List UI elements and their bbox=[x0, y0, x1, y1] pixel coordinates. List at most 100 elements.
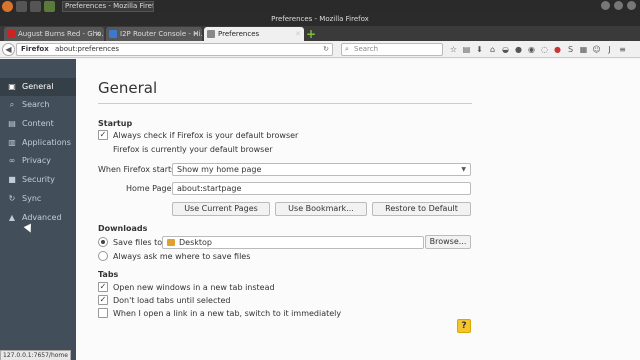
power-icon[interactable] bbox=[627, 1, 636, 10]
ubuntu-icon[interactable] bbox=[44, 1, 55, 12]
i2p-icon bbox=[109, 30, 117, 38]
search-icon: ⌕ bbox=[345, 45, 349, 53]
dont-load-tabs-checkbox[interactable]: ✓ bbox=[98, 295, 108, 305]
addon-s-icon[interactable]: S bbox=[566, 44, 575, 55]
youtube-icon bbox=[7, 30, 15, 38]
reload-icon[interactable]: ↻ bbox=[323, 44, 329, 55]
sidebar-item-security[interactable]: ■ Security bbox=[0, 171, 76, 189]
default-browser-status: Firefox is currently your default browse… bbox=[113, 145, 273, 154]
save-files-radio[interactable] bbox=[98, 237, 108, 247]
sidebar-item-privacy[interactable]: ∞ Privacy bbox=[0, 152, 76, 170]
sidebar-item-label: General bbox=[22, 82, 54, 91]
sidebar-item-label: Content bbox=[22, 119, 54, 128]
addon-person-icon[interactable]: ☺ bbox=[592, 44, 601, 55]
search-input[interactable]: ⌕ Search bbox=[341, 43, 443, 56]
gear-icon bbox=[207, 30, 215, 38]
mask-icon: ∞ bbox=[8, 156, 16, 165]
tab-preferences[interactable]: Preferences ✕ bbox=[204, 27, 304, 41]
close-icon[interactable]: ✕ bbox=[295, 27, 301, 41]
default-browser-label: Always check if Firefox is your default … bbox=[113, 131, 299, 140]
search-placeholder: Search bbox=[354, 45, 379, 53]
dont-load-tabs-label: Don't load tabs until selected bbox=[113, 296, 231, 305]
terminal-icon[interactable] bbox=[16, 1, 27, 12]
sidebar-item-search[interactable]: ⌕ Search bbox=[0, 96, 76, 114]
chat-icon[interactable]: ● bbox=[514, 44, 523, 55]
home-page-label: Home Page: bbox=[126, 184, 175, 193]
adblock-icon[interactable]: ● bbox=[553, 44, 562, 55]
downloads-heading: Downloads bbox=[98, 224, 148, 233]
network-icon[interactable] bbox=[601, 1, 610, 10]
home-page-input[interactable]: about:startpage bbox=[172, 182, 471, 195]
sidebar-item-general[interactable]: ▣ General bbox=[0, 78, 76, 96]
tab-youtube[interactable]: August Burns Red - Gho... ✕ bbox=[4, 27, 104, 41]
home-page-value: about:startpage bbox=[177, 184, 242, 193]
when-starts-select[interactable]: Show my home page ▼ bbox=[172, 163, 471, 176]
applications-icon: ▥ bbox=[8, 138, 16, 147]
addon-j-icon[interactable]: J bbox=[605, 44, 614, 55]
sidebar-item-label: Advanced bbox=[22, 213, 62, 222]
wizard-hat-icon: ▲ bbox=[8, 213, 16, 222]
system-panel: Preferences - Mozilla Firefox bbox=[0, 0, 640, 13]
save-files-label: Save files to bbox=[113, 238, 163, 247]
preferences-sidebar: ▣ General ⌕ Search ▤ Content ▥ Applicati… bbox=[0, 59, 76, 360]
status-link-url: 127.0.0.1:7657/home bbox=[0, 350, 71, 360]
window-title: Preferences - Mozilla Firefox bbox=[0, 13, 640, 26]
close-icon[interactable]: ✕ bbox=[95, 27, 101, 41]
always-ask-radio[interactable] bbox=[98, 251, 108, 261]
taskbar-window-button[interactable]: Preferences - Mozilla Firefox bbox=[62, 1, 154, 12]
folder-icon[interactable] bbox=[30, 1, 41, 12]
switch-to-tab-label: When I open a link in a new tab, switch … bbox=[113, 309, 342, 318]
sidebar-item-applications[interactable]: ▥ Applications bbox=[0, 134, 76, 152]
default-browser-checkbox[interactable]: ✓ bbox=[98, 130, 108, 140]
back-button[interactable]: ◀ bbox=[2, 43, 15, 56]
download-folder-value: Desktop bbox=[179, 238, 212, 247]
general-icon: ▣ bbox=[8, 82, 16, 91]
tab-i2p[interactable]: I2P Router Console - Hi... ✕ bbox=[106, 27, 202, 41]
close-icon[interactable]: ✕ bbox=[193, 27, 199, 41]
sidebar-item-advanced[interactable]: ▲ Advanced bbox=[0, 209, 76, 227]
help-button[interactable]: ? bbox=[457, 319, 471, 333]
sidebar-item-label: Privacy bbox=[22, 156, 51, 165]
new-tab-button[interactable]: + bbox=[306, 28, 316, 40]
menu-icon[interactable]: ≡ bbox=[618, 44, 627, 55]
sidebar-item-label: Search bbox=[22, 100, 50, 109]
tab-label: Preferences bbox=[218, 30, 260, 38]
content-icon: ▤ bbox=[8, 119, 16, 128]
url-bar[interactable]: Firefox about:preferences ↻ bbox=[16, 43, 333, 56]
bookmark-star-icon[interactable]: ☆ bbox=[449, 44, 458, 55]
firefox-icon[interactable] bbox=[2, 1, 13, 12]
home-icon[interactable]: ⌂ bbox=[488, 44, 497, 55]
lock-icon: ■ bbox=[8, 175, 16, 184]
open-new-windows-checkbox[interactable]: ✓ bbox=[98, 282, 108, 292]
sync-toolbar-icon[interactable]: ◌ bbox=[540, 44, 549, 55]
use-bookmark-button[interactable]: Use Bookmark... bbox=[275, 202, 367, 216]
identity-label: Firefox bbox=[21, 45, 49, 53]
sync-icon: ↻ bbox=[8, 194, 16, 203]
when-starts-label: When Firefox starts: bbox=[98, 165, 179, 174]
use-current-pages-button[interactable]: Use Current Pages bbox=[172, 202, 270, 216]
download-icon[interactable]: ⬇ bbox=[475, 44, 484, 55]
open-new-windows-label: Open new windows in a new tab instead bbox=[113, 283, 275, 292]
volume-icon[interactable] bbox=[614, 1, 623, 10]
browse-button[interactable]: Browse... bbox=[425, 235, 471, 249]
screenshot-icon[interactable]: ◉ bbox=[527, 44, 536, 55]
when-starts-value: Show my home page bbox=[177, 165, 262, 174]
sidebar-item-content[interactable]: ▤ Content bbox=[0, 115, 76, 133]
sidebar-item-label: Applications bbox=[22, 138, 71, 147]
navigation-bar: ◀ Firefox about:preferences ↻ ⌕ Search ☆… bbox=[0, 41, 640, 58]
tab-strip: August Burns Red - Gho... ✕ I2P Router C… bbox=[0, 26, 640, 41]
switch-to-tab-checkbox[interactable] bbox=[98, 308, 108, 318]
folder-icon bbox=[167, 239, 175, 246]
url-text: about:preferences bbox=[55, 45, 120, 53]
chevron-down-icon: ▼ bbox=[461, 166, 466, 173]
startup-heading: Startup bbox=[98, 119, 133, 128]
pocket-icon[interactable]: ◒ bbox=[501, 44, 510, 55]
sidebar-item-sync[interactable]: ↻ Sync bbox=[0, 190, 76, 208]
title-divider bbox=[98, 103, 472, 104]
preferences-pane: General Startup ✓ Always check if Firefo… bbox=[76, 59, 640, 360]
search-icon: ⌕ bbox=[9, 100, 15, 109]
addon-grid-icon[interactable]: ▦ bbox=[579, 44, 588, 55]
reading-list-icon[interactable]: ▤ bbox=[462, 44, 471, 55]
download-folder-field[interactable]: Desktop bbox=[162, 236, 424, 249]
restore-default-button[interactable]: Restore to Default bbox=[372, 202, 471, 216]
